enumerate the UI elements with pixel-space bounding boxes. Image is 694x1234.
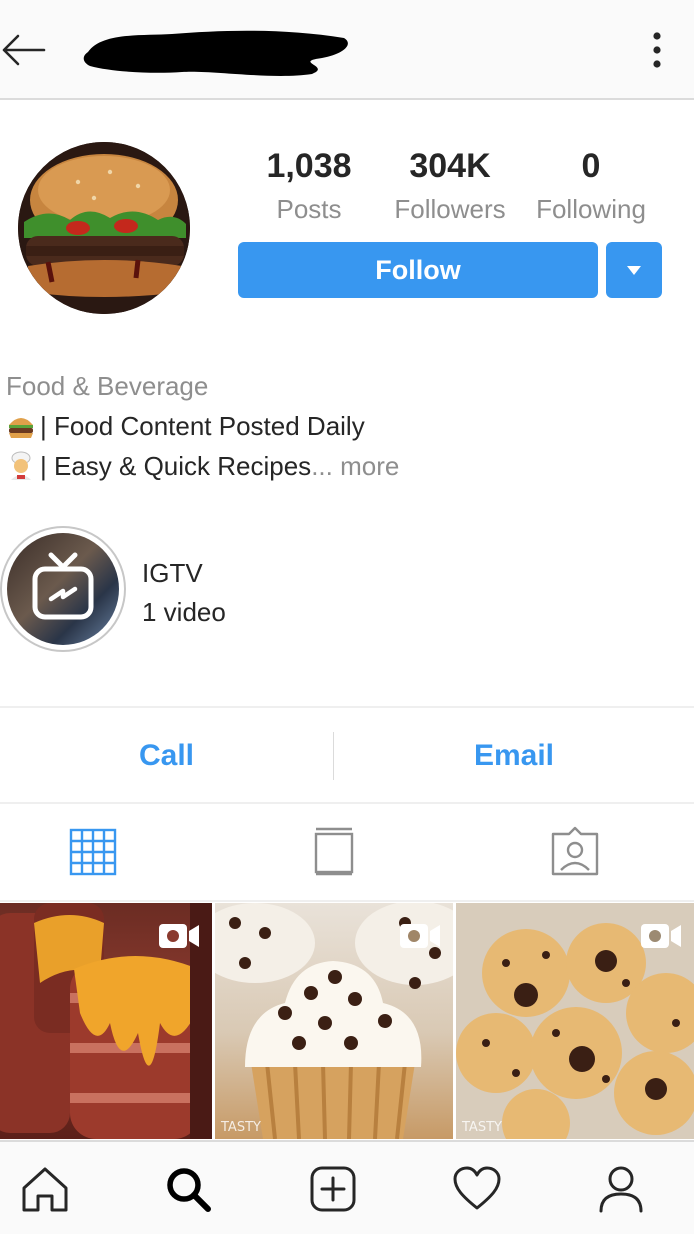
stat-followers[interactable]: 304K Followers <box>384 146 516 232</box>
stat-posts-value: 1,038 <box>266 147 352 185</box>
grid-view-icon[interactable] <box>67 826 119 878</box>
follow-button[interactable]: Follow <box>238 242 598 298</box>
video-icon <box>159 924 199 948</box>
tagged-photos-icon[interactable] <box>549 826 601 878</box>
igtv-highlight[interactable] <box>0 526 126 652</box>
post-watermark: TASTY <box>221 1120 261 1135</box>
heart-icon[interactable] <box>452 1164 502 1214</box>
post-thumbnail[interactable]: TASTY <box>456 903 694 1139</box>
add-post-icon[interactable] <box>308 1164 358 1214</box>
email-button[interactable]: Email <box>334 708 694 804</box>
stat-posts-label: Posts <box>276 194 342 224</box>
home-icon[interactable] <box>20 1164 70 1214</box>
video-icon <box>400 924 440 948</box>
post-thumbnail[interactable] <box>0 903 212 1139</box>
burger-emoji-icon <box>9 418 33 438</box>
igtv-icon <box>32 552 94 620</box>
stat-following-label: Following <box>536 194 646 224</box>
bio-line-2-text: | Easy & Quick Recipes <box>40 451 312 481</box>
suggested-dropdown-button[interactable] <box>606 242 662 298</box>
igtv-title: IGTV <box>142 558 203 588</box>
post-watermark: TASTY <box>462 1120 502 1135</box>
posts-grid: TASTY TASTY <box>0 903 694 1139</box>
stat-followers-label: Followers <box>394 194 506 224</box>
search-icon[interactable] <box>163 1164 213 1214</box>
profile-avatar[interactable] <box>18 142 190 314</box>
stat-posts[interactable]: 1,038 Posts <box>254 146 364 232</box>
igtv-video-count: 1 video <box>142 597 226 627</box>
stat-followers-value: 304K <box>409 147 491 185</box>
profile-tabs <box>0 804 694 902</box>
top-bar <box>0 0 694 100</box>
bio-line-1: | Food Content Posted Daily <box>6 406 399 446</box>
profile-icon[interactable] <box>596 1164 646 1214</box>
cook-emoji-icon <box>11 451 31 480</box>
bio-more-link[interactable]: ... more <box>311 446 399 486</box>
video-icon <box>641 924 681 948</box>
igtv-thumbnail <box>7 533 119 645</box>
more-options-icon[interactable] <box>640 30 674 70</box>
back-arrow-icon[interactable] <box>0 26 48 74</box>
bio-category: Food & Beverage <box>6 371 209 401</box>
stat-following-value: 0 <box>581 147 601 185</box>
call-button[interactable]: Call <box>0 708 333 804</box>
bio-line-1-text: | Food Content Posted Daily <box>40 411 365 441</box>
redacted-username <box>83 30 348 76</box>
post-thumbnail[interactable]: TASTY <box>215 903 453 1139</box>
contact-bar: Call Email <box>0 706 694 804</box>
bio-line-2: | Easy & Quick Recipes ... more <box>6 446 399 486</box>
profile-bio: Food & Beverage | Food Content Posted Da… <box>6 366 399 486</box>
burger-image <box>18 142 190 314</box>
feed-view-icon[interactable] <box>308 826 360 878</box>
stat-following[interactable]: 0 Following <box>528 146 654 232</box>
bottom-navigation <box>0 1140 694 1234</box>
